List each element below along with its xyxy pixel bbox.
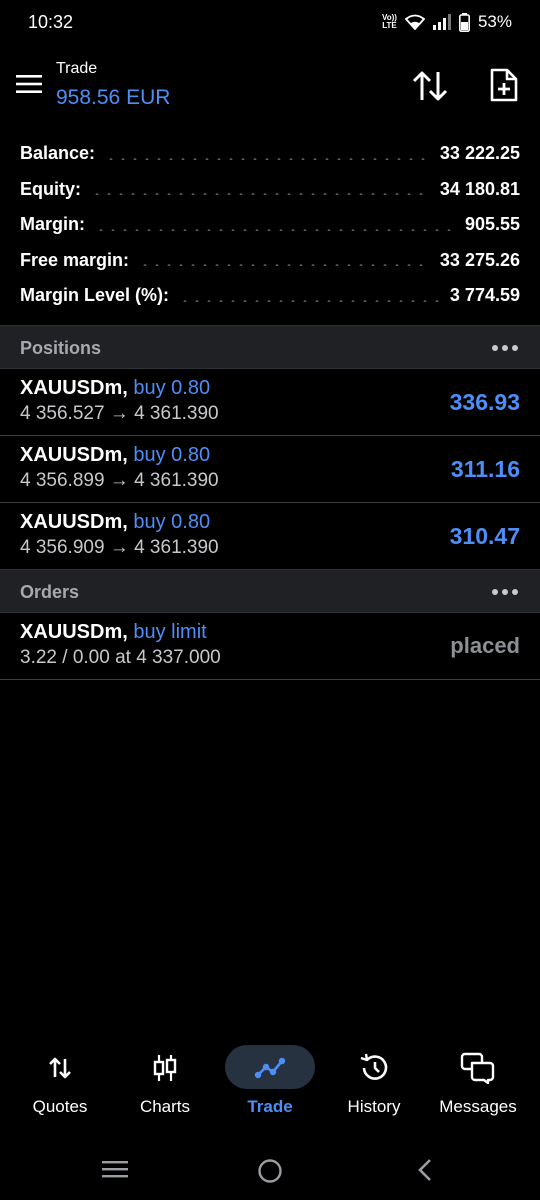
margin-level-label: Margin Level (%): xyxy=(20,285,170,306)
equity-row: Equity: 34 180.81 xyxy=(0,172,540,208)
status-bar: 10:32 Vo)) LTE 53% xyxy=(0,0,540,46)
status-icons: Vo)) LTE 53% xyxy=(382,12,512,32)
position-prices: 4 356.899 → 4 361.390 xyxy=(20,470,219,491)
balance-label: Balance: xyxy=(20,143,96,164)
free-margin-value: 33 275.26 xyxy=(439,249,520,270)
nav-label: History xyxy=(347,1097,401,1116)
history-icon xyxy=(355,1050,393,1086)
account-summary: Balance: 33 222.25 Equity: 34 180.81 Mar… xyxy=(0,136,540,314)
balance-value: 33 222.25 xyxy=(439,143,520,164)
messages-icon xyxy=(459,1050,497,1086)
margin-value: 905.55 xyxy=(464,214,520,235)
position-symbol: XAUUSDm, xyxy=(20,511,128,533)
charts-icon xyxy=(146,1050,184,1086)
position-row[interactable]: XAUUSDm, buy 0.80 4 356.899 → 4 361.390 … xyxy=(0,436,540,503)
nav-history[interactable]: History xyxy=(322,1040,426,1130)
signal-icon xyxy=(432,14,451,30)
positions-header: Positions xyxy=(0,325,540,369)
app-header: Trade 958.56 EUR xyxy=(0,56,540,116)
nav-label: Messages xyxy=(439,1097,517,1116)
system-nav-bar xyxy=(0,1146,540,1196)
equity-label: Equity: xyxy=(20,178,81,199)
battery-icon xyxy=(458,12,470,32)
more-options-icon[interactable] xyxy=(492,345,518,351)
orders-title: Orders xyxy=(20,582,80,602)
position-prices: 4 356.909 → 4 361.390 xyxy=(20,537,219,558)
equity-value: 34 180.81 xyxy=(439,178,520,199)
margin-level-row: Margin Level (%): 3 774.59 xyxy=(0,278,540,314)
order-details: 3.22 / 0.00 at 4 337.000 xyxy=(20,647,221,668)
position-symbol: XAUUSDm, xyxy=(20,377,128,399)
dotted-leader xyxy=(105,157,430,160)
nav-label: Quotes xyxy=(32,1097,88,1116)
more-options-icon[interactable] xyxy=(492,589,518,595)
order-status: placed xyxy=(450,633,520,658)
position-profit: 336.93 xyxy=(449,389,520,415)
position-prices: 4 356.527 → 4 361.390 xyxy=(20,403,219,424)
free-margin-label: Free margin: xyxy=(20,249,130,270)
new-order-icon[interactable] xyxy=(486,68,520,102)
nav-messages[interactable]: Messages xyxy=(426,1040,530,1130)
position-symbol: XAUUSDm, xyxy=(20,444,128,466)
position-type: buy 0.80 xyxy=(127,511,211,533)
position-row[interactable]: XAUUSDm, buy 0.80 4 356.527 → 4 361.390 … xyxy=(0,369,540,436)
volte-indicator: Vo)) LTE xyxy=(382,13,397,30)
position-profit: 311.16 xyxy=(450,456,520,482)
back-icon[interactable] xyxy=(417,1158,433,1187)
wifi-icon xyxy=(404,14,425,30)
dotted-leader xyxy=(179,299,440,302)
trade-icon xyxy=(251,1050,289,1086)
orders-header: Orders xyxy=(0,569,540,613)
header-balance: 958.56 EUR xyxy=(56,86,171,109)
recent-apps-icon[interactable] xyxy=(102,1158,128,1185)
position-type: buy 0.80 xyxy=(127,444,211,466)
dotted-leader xyxy=(95,228,455,231)
menu-icon[interactable] xyxy=(16,74,42,94)
position-type: buy 0.80 xyxy=(127,377,211,399)
position-row[interactable]: XAUUSDm, buy 0.80 4 356.909 → 4 361.390 … xyxy=(0,503,540,570)
battery-percent: 53% xyxy=(477,12,512,31)
nav-charts[interactable]: Charts xyxy=(113,1040,217,1130)
order-type: buy limit xyxy=(127,621,207,643)
balance-row: Balance: 33 222.25 xyxy=(0,136,540,172)
dotted-leader xyxy=(139,264,430,267)
margin-level-value: 3 774.59 xyxy=(449,285,520,306)
trade-screen: 10:32 Vo)) LTE 53% Trade 958.56 EUR Bala… xyxy=(0,0,540,1200)
nav-trade[interactable]: Trade xyxy=(218,1040,322,1130)
order-symbol: XAUUSDm, xyxy=(20,621,128,643)
bottom-nav: Quotes Charts Trade History Messages xyxy=(0,1040,540,1130)
sort-icon[interactable] xyxy=(411,70,449,102)
order-row[interactable]: XAUUSDm, buy limit 3.22 / 0.00 at 4 337.… xyxy=(0,613,540,680)
status-time: 10:32 xyxy=(28,12,74,32)
nav-label: Charts xyxy=(139,1097,191,1116)
positions-title: Positions xyxy=(20,338,102,358)
free-margin-row: Free margin: 33 275.26 xyxy=(0,243,540,279)
dotted-leader xyxy=(91,193,430,196)
page-title: Trade xyxy=(56,60,98,77)
quotes-icon xyxy=(41,1050,79,1086)
margin-row: Margin: 905.55 xyxy=(0,207,540,243)
nav-label: Trade xyxy=(247,1097,293,1116)
margin-label: Margin: xyxy=(20,214,85,235)
position-profit: 310.47 xyxy=(449,523,520,549)
nav-quotes[interactable]: Quotes xyxy=(8,1040,112,1130)
home-icon[interactable] xyxy=(257,1158,283,1189)
